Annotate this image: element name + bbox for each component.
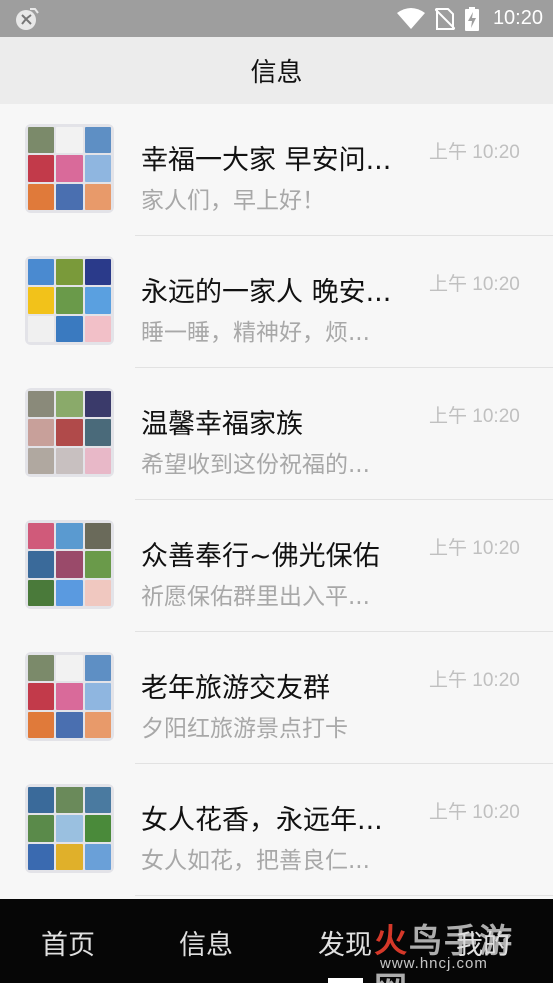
conversation-name: 老年旅游交友群 — [141, 673, 330, 704]
group-avatar — [25, 784, 114, 873]
conversation-time: 上午 10:20 — [429, 802, 520, 823]
conversation-name: 幸福一大家 早安问... — [141, 145, 392, 176]
group-avatar — [25, 124, 114, 213]
conversation-item[interactable]: 幸福一大家 早安问... 家人们，早上好！ 上午 10:20 — [0, 104, 553, 236]
conversation-preview: 夕阳红旅游景点打卡 — [141, 716, 348, 742]
conversation-time: 上午 10:20 — [429, 142, 520, 163]
conversation-time: 上午 10:20 — [429, 274, 520, 295]
nav-profile[interactable]: 我的 — [456, 923, 510, 962]
group-avatar — [25, 520, 114, 609]
status-bar: 10:20 — [0, 0, 553, 37]
no-sim-icon — [434, 7, 455, 30]
conversation-preview: 希望收到这份祝福的... — [141, 452, 370, 478]
conversation-list: 幸福一大家 早安问... 家人们，早上好！ 上午 10:20 永远的一家人 晚安… — [0, 104, 553, 899]
conversation-item[interactable]: 众善奉行~佛光保佑 祈愿保佑群里出入平... 上午 10:20 — [0, 500, 553, 632]
conversation-time: 上午 10:20 — [429, 670, 520, 691]
conversation-name: 温馨幸福家族 — [141, 409, 303, 440]
battery-charging-icon — [464, 6, 479, 31]
group-avatar — [25, 388, 114, 477]
conversation-name: 众善奉行~佛光保佑 — [141, 541, 380, 572]
conversation-item[interactable]: 温馨幸福家族 希望收到这份祝福的... 上午 10:20 — [0, 368, 553, 500]
nav-messages[interactable]: 信息 — [179, 923, 233, 962]
conversation-name: 永远的一家人 晚安... — [141, 277, 392, 308]
page-title: 信息 — [250, 58, 303, 88]
conversation-preview: 女人如花，把善良仁... — [141, 848, 370, 874]
conversation-name: 女人花香，永远年... — [141, 805, 383, 836]
divider — [135, 895, 553, 896]
app-notification-icon — [16, 8, 39, 30]
conversation-item[interactable]: 永远的一家人 晚安... 睡一睡，精神好，烦... 上午 10:20 — [0, 236, 553, 368]
status-time: 10:20 — [492, 7, 543, 29]
group-avatar — [25, 256, 114, 345]
conversation-time: 上午 10:20 — [429, 538, 520, 559]
wifi-icon — [396, 7, 425, 29]
conversation-preview: 家人们，早上好！ — [141, 188, 325, 214]
nav-home[interactable]: 首页 — [41, 923, 95, 962]
nav-discover[interactable]: 发现 — [318, 923, 372, 962]
conversation-preview: 祈愿保佑群里出入平... — [141, 584, 370, 610]
group-avatar — [25, 652, 114, 741]
active-tab-indicator — [328, 978, 363, 983]
bottom-nav: 首页 信息 发现 我的 — [0, 899, 553, 983]
conversation-item[interactable]: 老年旅游交友群 夕阳红旅游景点打卡 上午 10:20 — [0, 632, 553, 764]
conversation-item[interactable]: 女人花香，永远年... 女人如花，把善良仁... 上午 10:20 — [0, 764, 553, 896]
conversation-preview: 睡一睡，精神好，烦... — [141, 320, 370, 346]
conversation-time: 上午 10:20 — [429, 406, 520, 427]
header-bar: 信息 — [0, 37, 553, 104]
